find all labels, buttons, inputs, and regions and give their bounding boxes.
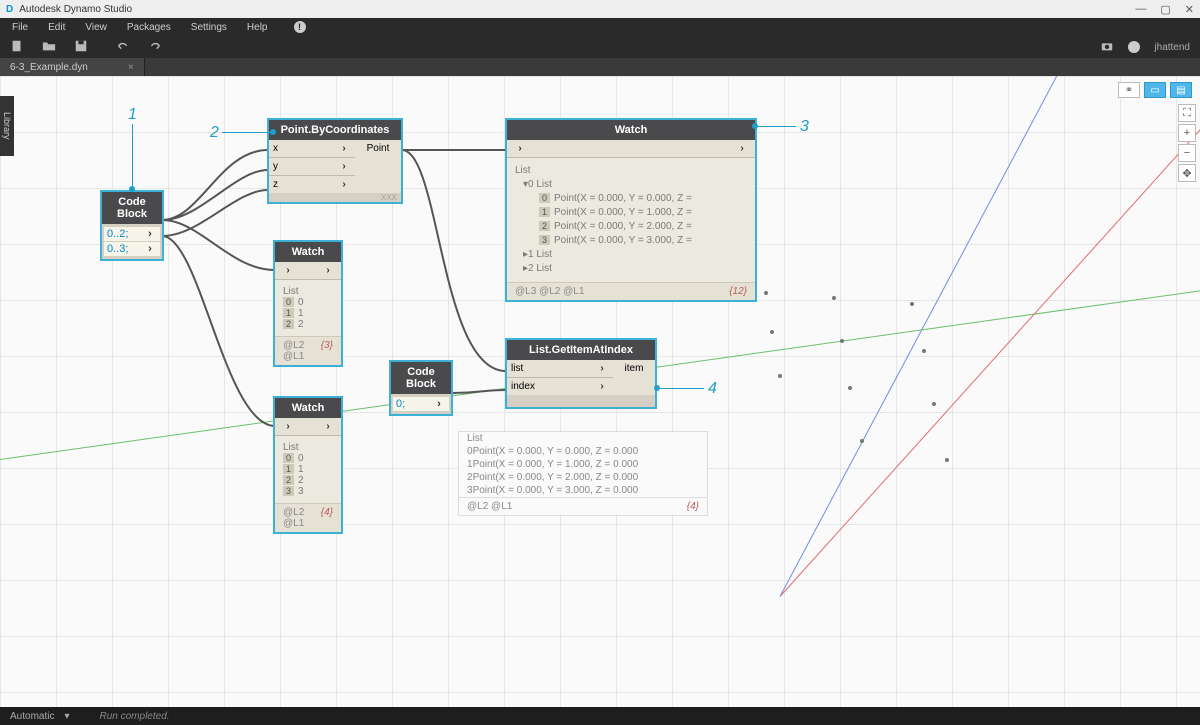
node-point-bycoordinates[interactable]: Point.ByCoordinates x › y › z › Point XXX bbox=[267, 118, 403, 204]
node-watch-main[interactable]: Watch › › List ▾0 List 0Point(X = 0.000, … bbox=[505, 118, 757, 302]
code-line[interactable]: 0; bbox=[396, 398, 405, 410]
node-header: List.GetItemAtIndex bbox=[507, 340, 655, 360]
maximize-icon[interactable]: ▢ bbox=[1160, 3, 1170, 16]
zoom-out-icon[interactable]: − bbox=[1178, 144, 1196, 162]
input-port-chevron-icon[interactable]: › bbox=[337, 179, 351, 190]
document-tab[interactable]: 6-3_Example.dyn × bbox=[0, 58, 145, 76]
zoom-in-icon[interactable]: + bbox=[1178, 124, 1196, 142]
library-panel-tab[interactable]: Library bbox=[0, 96, 14, 156]
node-header: Watch bbox=[275, 398, 341, 418]
document-tab-label: 6-3_Example.dyn bbox=[10, 62, 88, 73]
output-port[interactable]: › bbox=[432, 398, 446, 410]
node-code-block-2[interactable]: Code Block 0; › bbox=[389, 360, 453, 416]
undo-icon[interactable] bbox=[116, 39, 130, 56]
output-port[interactable]: › bbox=[143, 243, 157, 255]
node-watch-a[interactable]: Watch ›› List 00 11 22 @L2 @L1{3} bbox=[273, 240, 343, 367]
menu-file[interactable]: File bbox=[12, 22, 28, 33]
app-title: Autodesk Dynamo Studio bbox=[19, 4, 1135, 15]
tab-close-icon[interactable]: × bbox=[128, 62, 134, 73]
input-port-chevron-icon[interactable]: › bbox=[337, 161, 351, 172]
input-port[interactable]: › bbox=[513, 143, 527, 154]
new-file-icon[interactable] bbox=[10, 39, 24, 56]
output-port[interactable]: › bbox=[735, 143, 749, 154]
graph-canvas[interactable]: Library ⚭ ▭ ▤ ⛶ + − ✥ Code Block 0..2; › … bbox=[0, 76, 1200, 707]
open-file-icon[interactable] bbox=[42, 39, 56, 56]
input-port[interactable]: › bbox=[281, 265, 295, 276]
input-port-label: list bbox=[511, 363, 523, 374]
output-port-label[interactable]: item bbox=[613, 360, 655, 395]
node-header: Code Block bbox=[391, 362, 451, 394]
input-port-chevron-icon[interactable]: › bbox=[337, 143, 351, 154]
input-port-label: index bbox=[511, 381, 535, 392]
input-port-label: z bbox=[273, 179, 278, 190]
view-3d-icon[interactable]: ▤ bbox=[1170, 82, 1192, 98]
node-header: Code Block bbox=[102, 192, 162, 224]
node-code-block-1[interactable]: Code Block 0..2; › 0..3; › bbox=[100, 190, 164, 261]
watch-content: List ▾0 List 0Point(X = 0.000, Y = 0.000… bbox=[507, 158, 755, 282]
redo-icon[interactable] bbox=[148, 39, 162, 56]
app-logo-icon: D bbox=[6, 4, 13, 15]
menu-help[interactable]: Help bbox=[247, 22, 268, 33]
node-watch-b[interactable]: Watch ›› List 00 11 22 33 @L2 @L1{4} bbox=[273, 396, 343, 534]
menu-edit[interactable]: Edit bbox=[48, 22, 65, 33]
watch-content: List 00 11 22 33 bbox=[275, 436, 341, 503]
status-bar: Automatic▾ Run completed. bbox=[0, 707, 1200, 725]
annotation-1: 1 bbox=[128, 106, 137, 124]
status-message: Run completed. bbox=[100, 711, 170, 722]
input-port-chevron-icon[interactable]: › bbox=[595, 381, 609, 392]
output-port[interactable]: › bbox=[321, 265, 335, 276]
help-icon[interactable]: ! bbox=[294, 21, 306, 33]
chevron-down-icon: ▾ bbox=[64, 711, 69, 722]
document-tab-bar: 6-3_Example.dyn × bbox=[0, 58, 1200, 76]
menu-view[interactable]: View bbox=[85, 22, 107, 33]
annotation-2: 2 bbox=[210, 124, 219, 142]
window-titlebar: D Autodesk Dynamo Studio — ▢ ✕ bbox=[0, 0, 1200, 18]
camera-icon[interactable] bbox=[1100, 39, 1114, 56]
watch-content: List 00 11 22 bbox=[275, 280, 341, 336]
node-list-getitematindex[interactable]: List.GetItemAtIndex list › index › item bbox=[505, 338, 657, 409]
save-icon[interactable] bbox=[74, 39, 88, 56]
view-mode-toolbar: ⚭ ▭ ▤ bbox=[1118, 82, 1192, 98]
user-avatar-icon[interactable] bbox=[1128, 41, 1140, 53]
menu-settings[interactable]: Settings bbox=[191, 22, 227, 33]
menu-bar: File Edit View Packages Settings Help ! bbox=[0, 18, 1200, 36]
user-name[interactable]: jhattend bbox=[1154, 42, 1190, 53]
toolbar: jhattend bbox=[0, 36, 1200, 58]
annotation-4: 4 bbox=[708, 380, 717, 398]
input-port-label: x bbox=[273, 143, 278, 154]
pan-icon[interactable]: ✥ bbox=[1178, 164, 1196, 182]
input-port-label: y bbox=[273, 161, 278, 172]
fit-view-icon[interactable]: ⛶ bbox=[1178, 104, 1196, 122]
output-port[interactable]: › bbox=[143, 228, 157, 240]
view-graph-icon[interactable]: ▭ bbox=[1144, 82, 1166, 98]
code-line[interactable]: 0..3; bbox=[107, 243, 128, 255]
close-icon[interactable]: ✕ bbox=[1185, 3, 1194, 16]
code-line[interactable]: 0..2; bbox=[107, 228, 128, 240]
navigation-toolbar: ⛶ + − ✥ bbox=[1178, 104, 1196, 182]
lacing-indicator: XXX bbox=[269, 193, 401, 202]
input-port[interactable]: › bbox=[281, 421, 295, 432]
output-port[interactable]: › bbox=[321, 421, 335, 432]
annotation-3: 3 bbox=[800, 118, 809, 136]
node-header: Watch bbox=[507, 120, 755, 140]
output-preview-tooltip: List 0Point(X = 0.000, Y = 0.000, Z = 0.… bbox=[458, 431, 708, 516]
view-link-icon[interactable]: ⚭ bbox=[1118, 82, 1140, 98]
minimize-icon[interactable]: — bbox=[1135, 3, 1146, 16]
output-port-label[interactable]: Point bbox=[355, 140, 401, 193]
node-header: Watch bbox=[275, 242, 341, 262]
input-port-chevron-icon[interactable]: › bbox=[595, 363, 609, 374]
node-header: Point.ByCoordinates bbox=[269, 120, 401, 140]
run-mode-dropdown[interactable]: Automatic▾ bbox=[10, 711, 70, 722]
menu-packages[interactable]: Packages bbox=[127, 22, 171, 33]
